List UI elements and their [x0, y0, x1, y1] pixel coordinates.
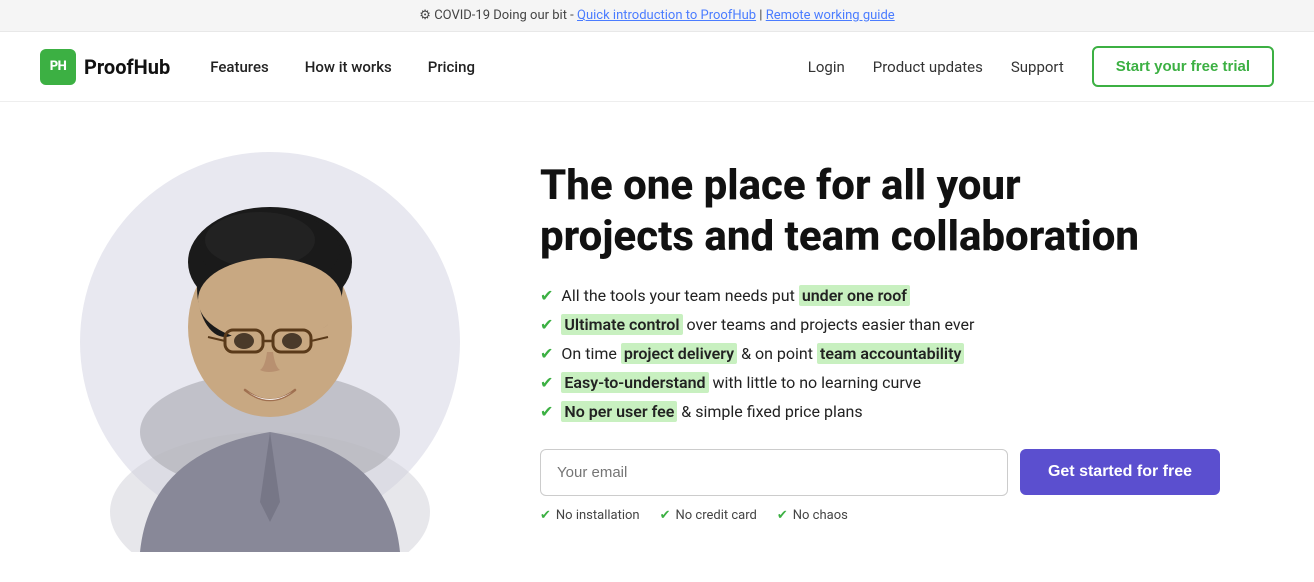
logo-icon: PH: [40, 49, 76, 85]
banner-text: COVID-19 Doing our bit -: [434, 8, 577, 23]
feature-item-3: ✔ On time project delivery & on point te…: [540, 344, 1274, 363]
feature-highlight-1: under one roof: [799, 285, 910, 306]
navbar: PH ProofHub Features How it works Pricin…: [0, 32, 1314, 102]
get-started-button[interactable]: Get started for free: [1020, 449, 1220, 495]
nav-links: Features How it works Pricing: [210, 58, 475, 76]
check-icon-1: ✔: [540, 286, 553, 305]
start-trial-button[interactable]: Start your free trial: [1092, 46, 1274, 87]
sub-check-1: ✔ No installation: [540, 508, 640, 523]
check-icon-2: ✔: [540, 315, 553, 334]
top-banner: ⚙ COVID-19 Doing our bit - Quick introdu…: [0, 0, 1314, 32]
feature-highlight-5: No per user fee: [561, 401, 677, 422]
logo[interactable]: PH ProofHub: [40, 49, 170, 85]
feature-item-1: ✔ All the tools your team needs put unde…: [540, 286, 1274, 305]
logo-initials: PH: [50, 59, 67, 74]
check-icon-5: ✔: [540, 402, 553, 421]
nav-pricing[interactable]: Pricing: [428, 58, 475, 76]
sub-check-3: ✔ No chaos: [777, 508, 848, 523]
email-input[interactable]: [540, 449, 1008, 496]
email-row: Get started for free: [540, 449, 1220, 496]
hero-person-image: [60, 132, 480, 552]
check-icon-sub-3: ✔: [777, 508, 788, 523]
nav-support[interactable]: Support: [1011, 58, 1064, 76]
nav-login[interactable]: Login: [808, 58, 845, 76]
check-icon-sub-2: ✔: [660, 508, 671, 523]
feature-list: ✔ All the tools your team needs put unde…: [540, 286, 1274, 421]
feature-item-4: ✔ Easy-to-understand with little to no l…: [540, 373, 1274, 392]
nav-right: Login Product updates Support Start your…: [808, 46, 1274, 87]
sub-check-label-1: No installation: [556, 508, 640, 523]
hero-section: The one place for all your projects and …: [0, 102, 1314, 582]
check-icon-4: ✔: [540, 373, 553, 392]
feature-item-2: ✔ Ultimate control over teams and projec…: [540, 315, 1274, 334]
hero-image-wrap: [0, 132, 520, 552]
feature-text-1-before: All the tools your team needs put: [561, 286, 798, 305]
feature-highlight-3b: team accountability: [817, 343, 964, 364]
sub-check-2: ✔ No credit card: [660, 508, 757, 523]
nav-features[interactable]: Features: [210, 58, 268, 76]
feature-text-2-after: over teams and projects easier than ever: [683, 315, 975, 334]
feature-highlight-4: Easy-to-understand: [561, 372, 708, 393]
check-icon-sub-1: ✔: [540, 508, 551, 523]
banner-link-intro[interactable]: Quick introduction to ProofHub: [577, 8, 756, 23]
feature-text-5-after: & simple fixed price plans: [677, 402, 862, 421]
feature-text-2: Ultimate control over teams and projects…: [561, 315, 974, 334]
feature-text-4: Easy-to-understand with little to no lea…: [561, 373, 921, 392]
feature-item-5: ✔ No per user fee & simple fixed price p…: [540, 402, 1274, 421]
feature-text-5: No per user fee & simple fixed price pla…: [561, 402, 862, 421]
sub-check-label-3: No chaos: [793, 508, 848, 523]
feature-highlight-2: Ultimate control: [561, 314, 682, 335]
check-icon-3: ✔: [540, 344, 553, 363]
feature-highlight-3a: project delivery: [621, 343, 737, 364]
sub-check-label-2: No credit card: [676, 508, 757, 523]
logo-name: ProofHub: [84, 55, 170, 79]
hero-title: The one place for all your projects and …: [540, 161, 1180, 262]
nav-how-it-works[interactable]: How it works: [305, 58, 392, 76]
feature-text-1: All the tools your team needs put under …: [561, 286, 910, 305]
hero-content: The one place for all your projects and …: [520, 161, 1274, 523]
banner-link-remote[interactable]: Remote working guide: [766, 8, 895, 23]
feature-text-3: On time project delivery & on point team…: [561, 344, 964, 363]
gear-icon: ⚙: [419, 8, 431, 23]
sub-checks: ✔ No installation ✔ No credit card ✔ No …: [540, 508, 1274, 523]
feature-text-4-after: with little to no learning curve: [709, 373, 922, 392]
nav-product-updates[interactable]: Product updates: [873, 58, 983, 76]
